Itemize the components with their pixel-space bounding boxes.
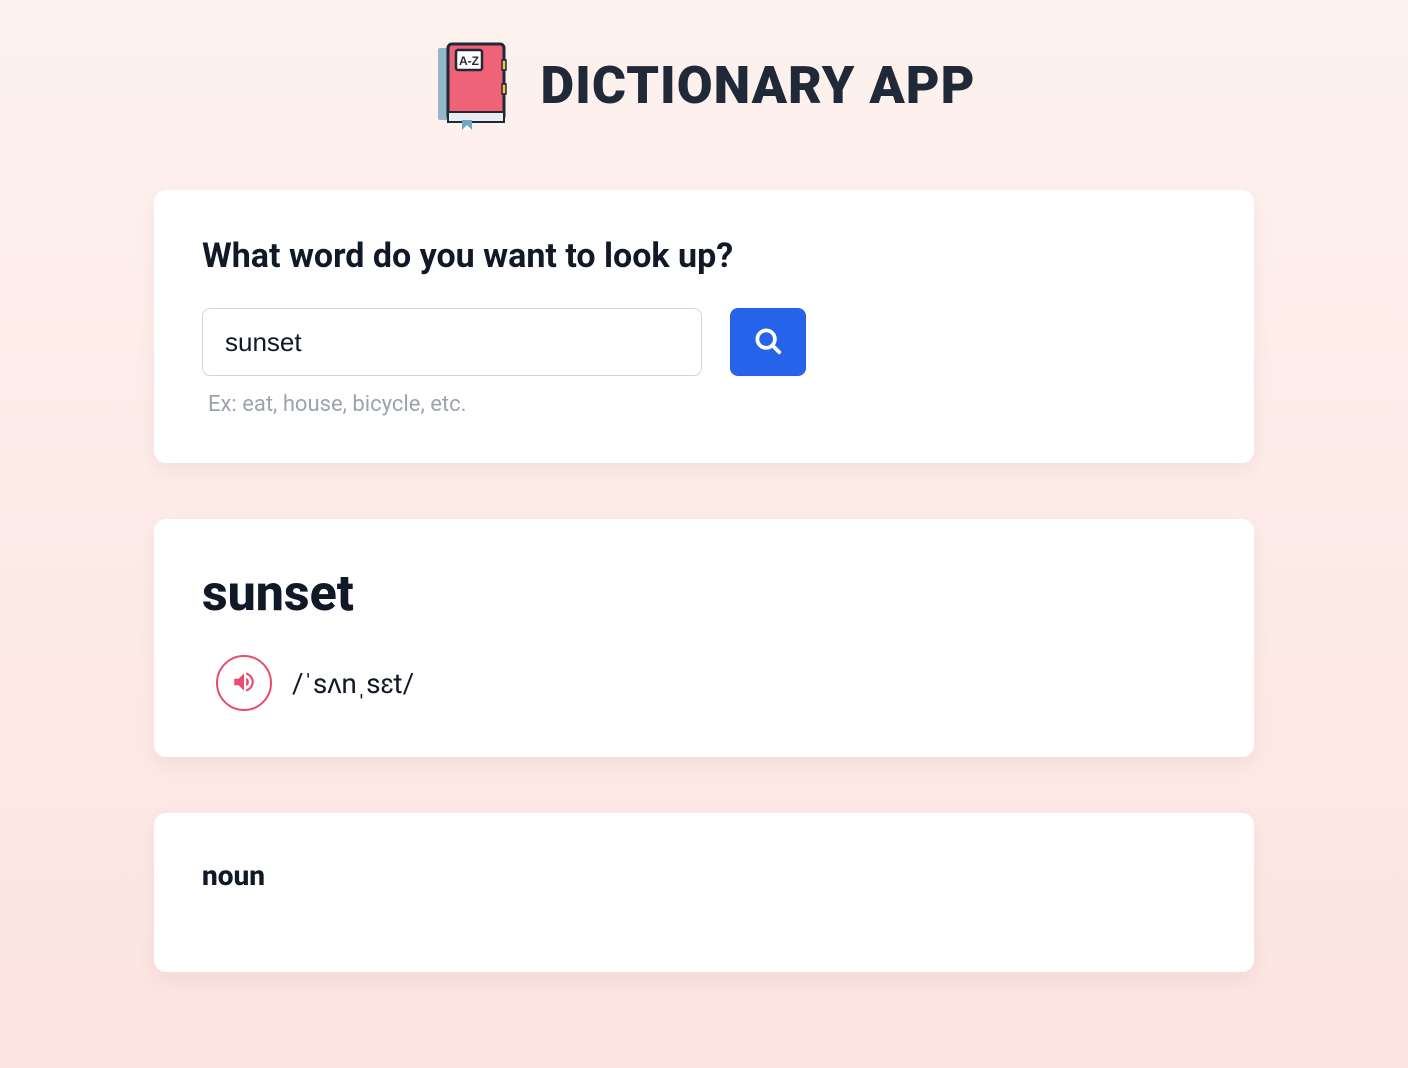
result-word: sunset [202,565,1206,623]
search-icon [753,326,783,359]
search-row [202,308,1206,376]
search-prompt: What word do you want to look up? [202,236,1206,276]
phonetic-row: /ˈsʌnˌsɛt/ [216,655,1206,711]
part-of-speech: noun [202,859,1206,892]
speaker-icon [231,669,257,698]
search-input[interactable] [202,308,702,376]
app-header: A-Z Dictionary App [60,40,1348,130]
meaning-card: noun [154,813,1254,972]
result-card: sunset /ˈsʌnˌsɛt/ [154,519,1254,757]
search-card: What word do you want to look up? Ex: ea… [154,190,1254,463]
search-hint: Ex: eat, house, bicycle, etc. [208,392,1206,417]
phonetic-text: /ˈsʌnˌsɛt/ [292,667,414,700]
dictionary-logo-icon: A-Z [432,40,512,130]
play-audio-button[interactable] [216,655,272,711]
app-title: Dictionary App [540,55,975,116]
svg-text:A-Z: A-Z [459,54,479,68]
search-button[interactable] [730,308,806,376]
